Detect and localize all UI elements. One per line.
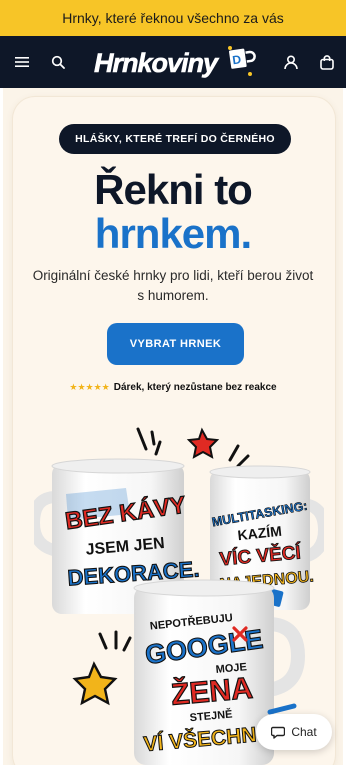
svg-text:Hrnkoviny: Hrnkoviny bbox=[94, 48, 220, 78]
search-icon bbox=[51, 55, 65, 69]
account-icon bbox=[284, 54, 298, 69]
account-button[interactable] bbox=[279, 50, 303, 74]
announcement-bar: Hrnky, které řeknou všechno za vás bbox=[0, 0, 346, 36]
site-logo[interactable]: Hrnkoviny D bbox=[92, 42, 258, 82]
burst-lines-left bbox=[136, 427, 162, 456]
announcement-text: Hrnky, které řeknou všechno za vás bbox=[62, 10, 284, 26]
cart-button[interactable] bbox=[315, 50, 339, 74]
hero-title-line1: Řekni to bbox=[94, 166, 253, 213]
chat-label: Chat bbox=[291, 725, 317, 739]
cart-icon bbox=[320, 54, 334, 70]
rating-row: ★★★★★ Dárek, který nezůstane bez reakce bbox=[0, 382, 346, 393]
mugs-hero-image: BEZ KÁVY JSEM JEN DEKORACE. MULTITASKING… bbox=[34, 427, 324, 765]
hero-subtitle: Originální české hrnky pro lidi, kteří b… bbox=[32, 268, 314, 303]
menu-icon bbox=[15, 57, 29, 67]
choose-mug-button[interactable]: VYBRAT HRNEK bbox=[107, 323, 244, 365]
star-yellow-left bbox=[72, 661, 118, 706]
rating-text: Dárek, který nezůstane bez reakce bbox=[113, 382, 277, 393]
star-red-top bbox=[186, 427, 220, 459]
hero-badge: HLÁŠKY, KTERÉ TREFÍ DO ČERNÉHO bbox=[59, 124, 291, 154]
menu-button[interactable] bbox=[10, 50, 34, 74]
hero-title-line2: hrnkem. bbox=[94, 210, 252, 257]
burst-lines-bottom bbox=[98, 630, 132, 652]
rating-stars: ★★★★★ bbox=[69, 382, 110, 392]
site-header: Hrnkoviny D bbox=[0, 36, 346, 88]
search-button[interactable] bbox=[46, 50, 70, 74]
chat-bubble-icon bbox=[271, 726, 286, 739]
chat-button[interactable]: Chat bbox=[256, 714, 332, 750]
mug-front-line4: ŽENA bbox=[170, 671, 254, 712]
